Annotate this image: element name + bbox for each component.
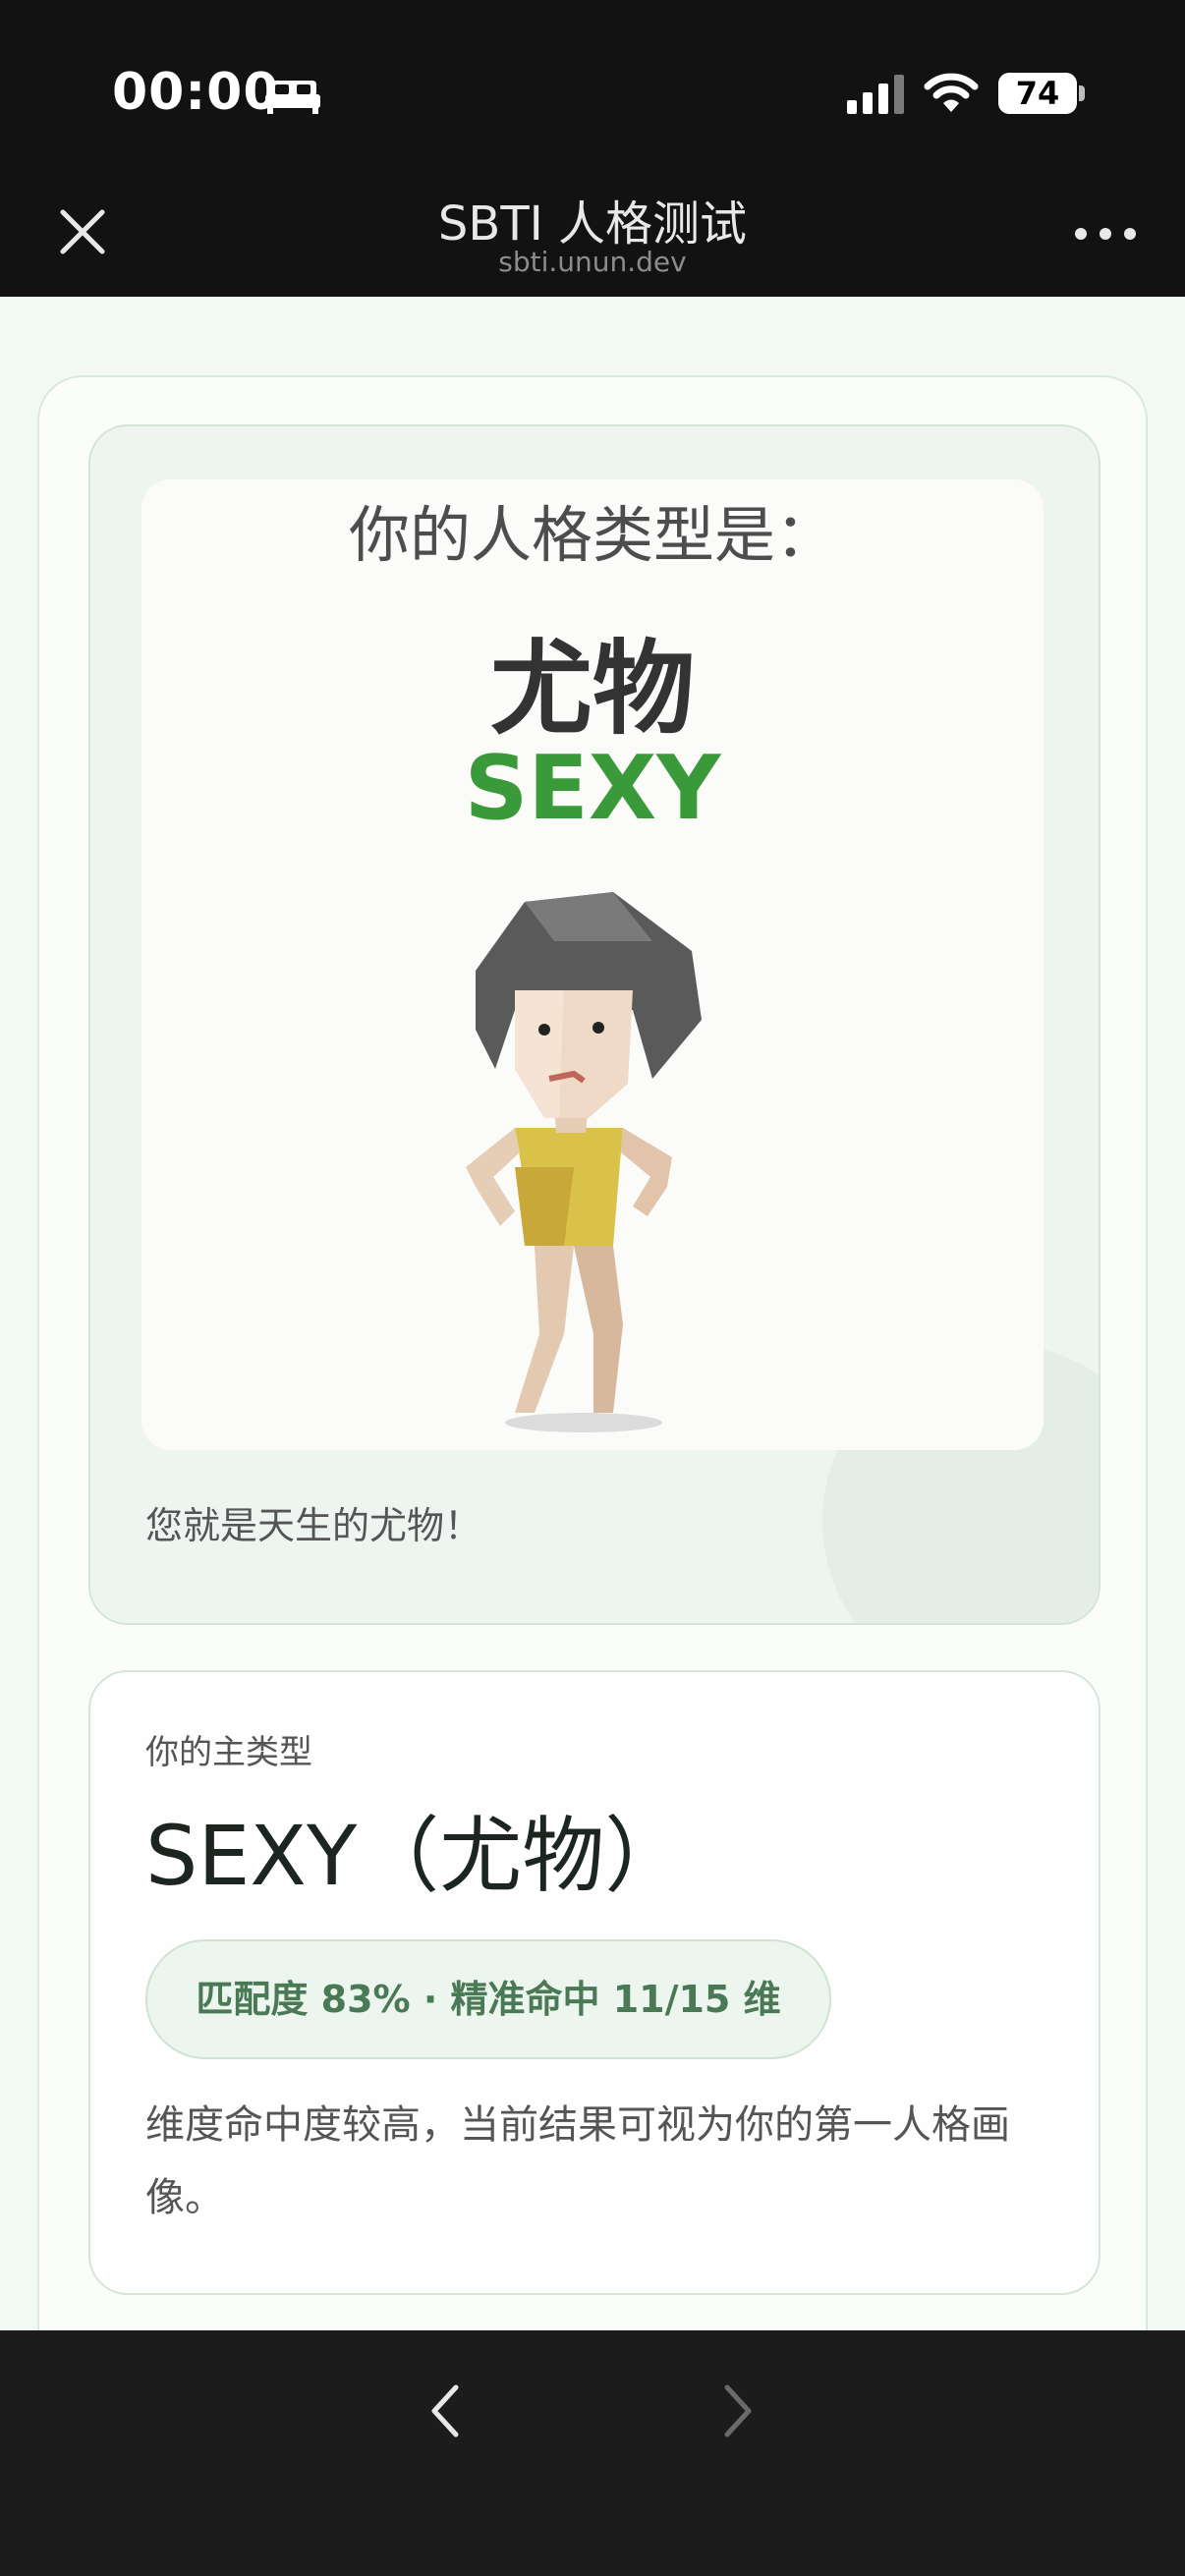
result-hero-card: 你的人格类型是： 尤物 SEXY 您就是天生的尤物！ [88,424,1100,1625]
battery-indicator: 74 [998,73,1077,114]
page-content: 你的人格类型是： 尤物 SEXY 您就是天生的尤物！ 你的主类型 SEXY（尤物… [0,297,1185,2438]
result-container: 你的人格类型是： 尤物 SEXY 您就是天生的尤物！ 你的主类型 SEXY（尤物… [37,375,1148,2438]
result-image: 你的人格类型是： 尤物 SEXY [141,479,1044,1450]
screen: 00:00 74 SBTI 人格测试 sbti.unun.dev 你的人格类型是… [0,0,1185,2576]
browser-toolbar [0,2330,1185,2576]
wifi-icon [924,73,979,112]
result-type-en: SEXY [464,737,721,840]
battery-level: 74 [1015,75,1060,112]
main-type-description: 维度命中度较高，当前结果可视为你的第一人格画像。 [145,2102,1010,2220]
character-illustration [466,892,702,1432]
main-type-title: SEXY（尤物） [145,1808,688,1904]
result-type-cn: 尤物 [489,629,695,749]
main-type-card: 你的主类型 SEXY（尤物） 匹配度 83% · 精准命中 11/15 维 维度… [88,1670,1100,2295]
more-icon[interactable] [1071,216,1140,252]
page-title: SBTI 人格测试 [437,196,748,252]
page-url: sbti.unun.dev [498,246,687,278]
chevron-right-icon[interactable] [717,2380,761,2442]
result-caption: 您就是天生的尤物！ [145,1504,482,1547]
signal-icon [847,75,904,114]
result-image-heading: 你的人格类型是： [348,499,836,571]
match-badge: 匹配度 83% · 精准命中 11/15 维 [145,1939,831,2059]
browser-header: SBTI 人格测试 sbti.unun.dev [0,167,1185,297]
status-bar: 00:00 74 [0,0,1185,167]
bed-icon [265,81,320,114]
main-type-label: 你的主类型 [145,1733,312,1772]
chevron-left-icon[interactable] [423,2380,466,2442]
battery-cap [1079,85,1085,101]
status-time: 00:00 [112,63,280,122]
